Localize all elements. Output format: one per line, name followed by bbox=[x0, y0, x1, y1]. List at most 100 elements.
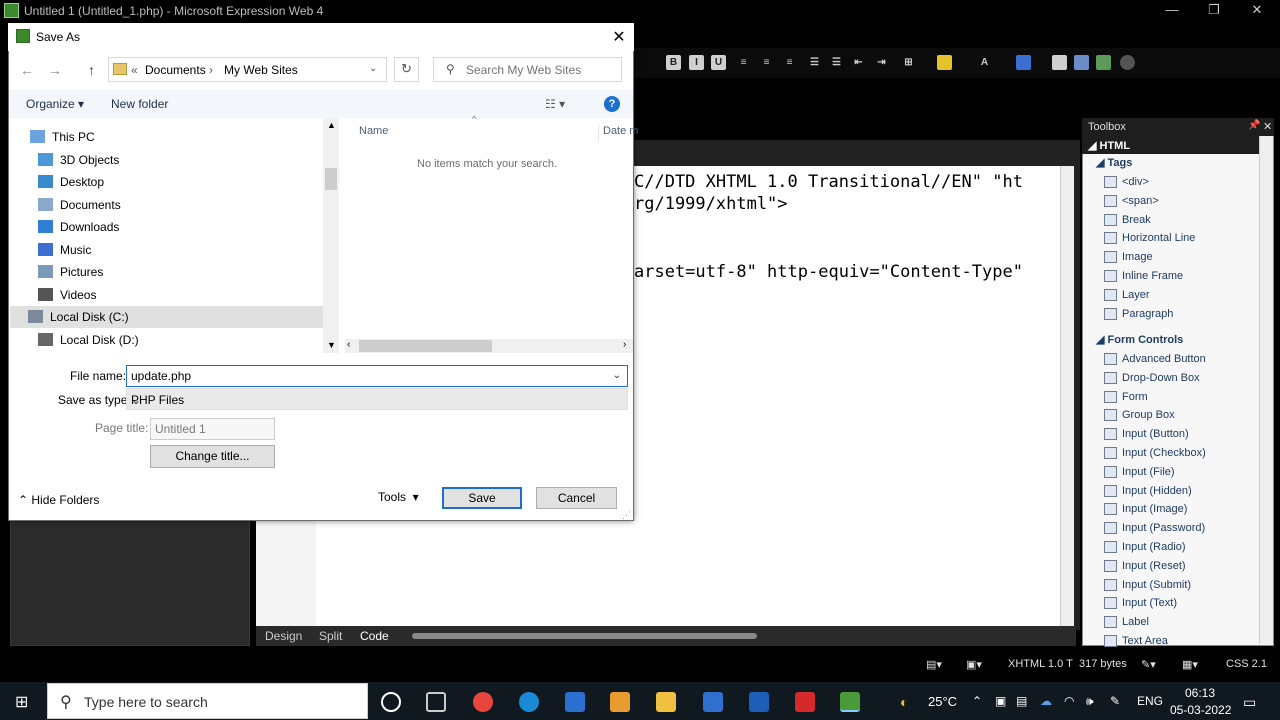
toolbox-item-input-image[interactable]: Input (Image) bbox=[1104, 501, 1254, 519]
toolbox-item-horizontal-line[interactable]: Horizontal Line bbox=[1104, 230, 1254, 248]
bullet-list-icon[interactable]: ☰ bbox=[829, 55, 844, 70]
resize-grip-icon[interactable]: ⋰ bbox=[622, 510, 631, 521]
task-view-icon[interactable] bbox=[426, 692, 446, 712]
bold-icon[interactable]: B bbox=[666, 55, 681, 70]
toolbox-scrollbar[interactable] bbox=[1259, 136, 1273, 644]
underline-icon[interactable]: U bbox=[711, 55, 726, 70]
windows-start-icon[interactable]: ⊞ bbox=[0, 682, 46, 720]
html-icon[interactable]: ▣▾ bbox=[966, 658, 982, 671]
toolbox-item-span[interactable]: <span> bbox=[1104, 193, 1254, 211]
nav-item-desktop[interactable]: Desktop bbox=[38, 171, 328, 193]
save-as-type-select[interactable]: PHP Files ⌄ bbox=[126, 388, 628, 410]
notification-icon[interactable]: ▭ bbox=[1243, 694, 1256, 711]
layout-icon[interactable]: ▤▾ bbox=[926, 658, 942, 671]
toolbox-item-layer[interactable]: Layer bbox=[1104, 287, 1254, 305]
nav-item-pictures[interactable]: Pictures bbox=[38, 261, 328, 283]
nav-item-3d-objects[interactable]: 3D Objects bbox=[38, 149, 328, 171]
back-arrow-icon[interactable]: ← bbox=[20, 62, 34, 78]
editor-horizontal-scrollbar[interactable] bbox=[412, 633, 757, 639]
expression-web-taskbar-icon[interactable] bbox=[840, 692, 860, 712]
toolbox-item-input-checkbox[interactable]: Input (Checkbox) bbox=[1104, 445, 1254, 463]
cancel-button[interactable]: Cancel bbox=[536, 487, 617, 509]
navigation-scroll-thumb[interactable] bbox=[325, 168, 337, 190]
view-options-icon[interactable]: ☷ ▾ bbox=[545, 97, 565, 111]
help-icon[interactable]: ? bbox=[604, 96, 620, 112]
file-name-input[interactable] bbox=[131, 368, 601, 384]
weather-temp[interactable]: 25°C bbox=[928, 694, 957, 709]
refresh-icon[interactable]: ↻ bbox=[394, 57, 419, 82]
toolbox-item-input-hidden[interactable]: Input (Hidden) bbox=[1104, 483, 1254, 501]
file-explorer-icon[interactable] bbox=[656, 692, 676, 712]
view-icon[interactable]: ▦▾ bbox=[1182, 658, 1198, 671]
nav-item-local-disk-c[interactable]: Local Disk (C:) bbox=[10, 306, 323, 328]
tab-split[interactable]: Split bbox=[319, 629, 342, 643]
clock-time[interactable]: 06:13 bbox=[1185, 686, 1215, 700]
highlight-icon[interactable] bbox=[937, 55, 952, 70]
search-input[interactable] bbox=[466, 61, 616, 79]
numbered-list-icon[interactable]: ☰ bbox=[807, 55, 822, 70]
italic-icon[interactable]: I bbox=[689, 55, 704, 70]
nav-item-videos[interactable]: Videos bbox=[38, 284, 328, 306]
toolbox-item-break[interactable]: Break bbox=[1104, 212, 1254, 230]
nav-item-this-pc[interactable]: This PC bbox=[30, 126, 320, 148]
chevron-down-icon[interactable]: ⌄ bbox=[131, 393, 621, 407]
breadcrumb-my-web-sites[interactable]: My Web Sites bbox=[224, 63, 298, 77]
cortana-icon[interactable] bbox=[381, 692, 401, 712]
breadcrumb-documents[interactable]: Documents bbox=[145, 63, 206, 77]
volume-icon[interactable]: 🕪 bbox=[1086, 694, 1094, 709]
column-header-date[interactable]: Date m bbox=[598, 125, 638, 141]
toolbox-item-form[interactable]: Form bbox=[1104, 389, 1254, 407]
edit-icon[interactable]: ✎▾ bbox=[1141, 658, 1156, 671]
code-view-lower[interactable] bbox=[316, 520, 1060, 626]
chevron-down-icon[interactable]: ⌄ bbox=[613, 370, 621, 381]
hide-folders-button[interactable]: ⌃ Hide Folders bbox=[18, 493, 99, 507]
tray-app-icon[interactable]: ▣ bbox=[995, 694, 1006, 708]
weather-icon[interactable]: ◐ bbox=[900, 694, 908, 710]
toolbox-item-inline-frame[interactable]: Inline Frame bbox=[1104, 268, 1254, 286]
toolbox-close-icon[interactable]: ✕ bbox=[1263, 120, 1272, 133]
breadcrumb-overflow[interactable]: « bbox=[131, 63, 138, 77]
nav-item-local-disk-d[interactable]: Local Disk (D:) bbox=[38, 329, 328, 351]
pin-icon[interactable]: 📌 bbox=[1248, 120, 1260, 131]
store-icon[interactable] bbox=[565, 692, 585, 712]
mail-icon[interactable] bbox=[703, 692, 723, 712]
address-bar[interactable]: « Documents › My Web Sites ⌄ bbox=[108, 57, 387, 82]
toolbox-group-tags[interactable]: ◢ Tags bbox=[1096, 156, 1132, 169]
table-icon[interactable] bbox=[1016, 55, 1031, 70]
toolbox-item-text-area[interactable]: Text Area bbox=[1104, 633, 1254, 651]
image-icon[interactable] bbox=[1074, 55, 1089, 70]
toolbox-item-input-radio[interactable]: Input (Radio) bbox=[1104, 539, 1254, 557]
clock-date[interactable]: 05-03-2022 bbox=[1170, 703, 1231, 717]
tab-code[interactable]: Code bbox=[360, 629, 389, 643]
web-icon[interactable] bbox=[1096, 55, 1111, 70]
language-indicator[interactable]: ENG bbox=[1137, 694, 1163, 708]
toolbox-item-input-button[interactable]: Input (Button) bbox=[1104, 426, 1254, 444]
layer-icon[interactable] bbox=[1052, 55, 1067, 70]
save-button[interactable]: Save bbox=[442, 487, 522, 509]
editor-vertical-scrollbar[interactable] bbox=[1060, 166, 1074, 626]
nav-item-music[interactable]: Music bbox=[38, 239, 328, 261]
file-list[interactable] bbox=[339, 118, 633, 353]
acrobat-icon[interactable] bbox=[795, 692, 815, 712]
align-left-icon[interactable]: ≡ bbox=[736, 55, 751, 70]
app-icon[interactable] bbox=[749, 692, 769, 712]
align-center-icon[interactable]: ≡ bbox=[759, 55, 774, 70]
toolbox-item-input-reset[interactable]: Input (Reset) bbox=[1104, 558, 1254, 576]
nav-item-downloads[interactable]: Downloads bbox=[38, 216, 328, 238]
toolbox-group-form-controls[interactable]: ◢ Form Controls bbox=[1096, 333, 1183, 346]
edge-icon[interactable] bbox=[519, 692, 539, 712]
scroll-right-icon[interactable]: › bbox=[623, 339, 626, 350]
change-title-button[interactable]: Change title... bbox=[150, 445, 275, 468]
css-status[interactable]: CSS 2.1 bbox=[1226, 658, 1267, 670]
tray-app-icon[interactable]: ▤ bbox=[1016, 694, 1027, 708]
toolbox-item-group-box[interactable]: Group Box bbox=[1104, 407, 1254, 425]
minimize-icon[interactable]: — bbox=[1152, 2, 1192, 20]
tools-button[interactable]: Tools ▾ bbox=[378, 490, 419, 504]
toolbox-item-advanced-button[interactable]: Advanced Button bbox=[1104, 351, 1254, 369]
toolbox-item-drop-down-box[interactable]: Drop-Down Box bbox=[1104, 370, 1254, 388]
preview-icon[interactable] bbox=[1120, 55, 1135, 70]
up-arrow-icon[interactable]: ↑ bbox=[88, 62, 95, 78]
scroll-down-icon[interactable]: ▼ bbox=[327, 340, 336, 350]
nav-item-documents[interactable]: Documents bbox=[38, 194, 328, 216]
navigation-scrollbar[interactable]: ▲ ▼ bbox=[323, 118, 339, 353]
